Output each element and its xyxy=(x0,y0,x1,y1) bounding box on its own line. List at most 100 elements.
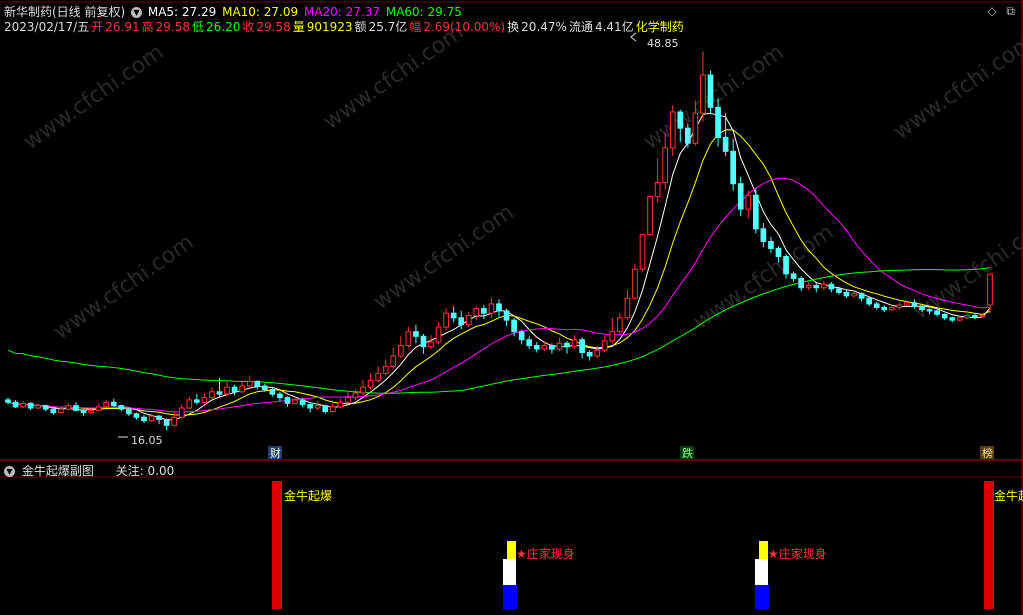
candle-body xyxy=(654,182,661,197)
event-tag-cai-label: 财 xyxy=(270,446,281,460)
candle-body xyxy=(692,112,699,144)
candle-body xyxy=(828,283,835,290)
candle-body xyxy=(677,111,684,129)
candle-body xyxy=(888,306,895,311)
candle-body xyxy=(435,326,442,343)
low-price-label: 16.05 xyxy=(131,434,163,447)
sector-name[interactable]: 化学制药 xyxy=(636,20,684,34)
float-label: 流通 xyxy=(568,20,593,34)
candle-body xyxy=(813,284,820,289)
marker-label-2: ★庄家现身 xyxy=(768,546,827,561)
low-value: 26.20 xyxy=(205,20,241,34)
marker-blue-1 xyxy=(503,585,517,609)
chart-frame xyxy=(0,0,1023,615)
window-controls: ◇ ⧉ xyxy=(987,4,1015,19)
candle-body xyxy=(254,380,261,387)
chevron-down-icon[interactable]: ▼ xyxy=(4,466,15,477)
candle-body xyxy=(88,409,94,414)
candle-body xyxy=(65,405,72,410)
change-value: 2.69(10.00%) xyxy=(423,20,506,34)
open-label: 开 xyxy=(91,20,104,34)
candle-body xyxy=(496,303,502,312)
candle-body xyxy=(337,401,344,408)
diamond-icon[interactable]: ◇ xyxy=(987,4,996,18)
candle-body xyxy=(239,385,246,393)
signal-bar-2 xyxy=(984,481,994,609)
close-value: 29.58 xyxy=(256,20,291,34)
candle-body xyxy=(949,317,956,321)
candle-body xyxy=(594,349,601,357)
candle-body xyxy=(881,306,888,311)
candle-body xyxy=(737,183,744,210)
ma10-value: MA10: 27.09 xyxy=(222,5,299,19)
candle-body xyxy=(564,342,570,348)
candle-body xyxy=(919,305,925,311)
watermark-layer: www.cfchi.com www.cfchi.com www.cfchi.com w… xyxy=(19,20,1023,345)
marker-yellow-2 xyxy=(759,541,768,559)
float-value: 4.41亿 xyxy=(594,20,634,34)
event-tag-die[interactable]: 跌 xyxy=(680,446,694,460)
ma20-value: MA20: 27.37 xyxy=(303,5,381,19)
chevron-down-icon[interactable]: ▼ xyxy=(131,7,143,18)
indicator-title[interactable]: 金牛起爆副图 xyxy=(22,464,94,478)
event-tag-cai[interactable]: 财 xyxy=(268,446,282,460)
candle-body xyxy=(390,355,397,367)
candle-body xyxy=(790,273,797,279)
candle-body xyxy=(443,312,449,328)
candle-body xyxy=(12,401,19,408)
candle-body xyxy=(624,297,631,319)
candle-body xyxy=(586,352,593,357)
candle-body xyxy=(352,392,359,399)
restore-icon[interactable]: ⧉ xyxy=(1006,4,1015,18)
candle-body xyxy=(836,288,842,293)
candle-body xyxy=(201,397,208,403)
event-tag-bang[interactable]: 榜 xyxy=(980,446,994,460)
stock-title[interactable]: 新华制药(日线 前复权) xyxy=(4,5,125,19)
candle-body xyxy=(103,401,110,408)
candle-body xyxy=(269,389,276,395)
candle-body xyxy=(873,303,880,308)
candle-body xyxy=(329,406,336,412)
candle-body xyxy=(617,317,623,333)
marker-white-2 xyxy=(755,559,768,585)
candle-body xyxy=(541,345,548,350)
high-label: 高 xyxy=(141,20,154,34)
candle-body xyxy=(360,386,366,394)
candle-body xyxy=(488,303,495,314)
candle-body xyxy=(647,195,653,236)
candle-body xyxy=(639,234,646,270)
candle-body xyxy=(518,331,525,341)
candle-body xyxy=(783,256,789,275)
candle-body xyxy=(775,247,782,258)
watermark-text: www.cfchi.com xyxy=(639,40,788,155)
quote-info: 2023/02/17/五开 26.91 高 29.58 低 26.20 收 29.58 量 901… xyxy=(4,18,686,35)
candle-body xyxy=(979,315,986,318)
candle-body xyxy=(458,317,465,326)
candle-body xyxy=(730,150,737,185)
candle-body xyxy=(178,407,185,418)
candle-body xyxy=(662,147,669,184)
marker-yellow-1 xyxy=(507,541,516,559)
candle-body xyxy=(972,315,978,318)
volume-label: 量 xyxy=(292,20,305,34)
candle-body xyxy=(261,385,268,390)
signal-bar-1 xyxy=(272,481,282,609)
watermark-text: www.cfchi.com xyxy=(49,230,198,345)
candle-body xyxy=(768,241,774,249)
candle-body xyxy=(843,291,850,297)
candle-body xyxy=(805,284,812,289)
candle-body xyxy=(609,331,616,342)
candle-body xyxy=(511,319,517,333)
candle-body xyxy=(526,339,533,347)
candle-body xyxy=(941,313,948,319)
candle-body xyxy=(934,310,940,315)
candle-body xyxy=(473,308,480,316)
candle-body xyxy=(382,365,389,374)
candle-body xyxy=(858,293,865,299)
candle-body xyxy=(964,315,971,319)
candle-body xyxy=(224,386,230,395)
candlestick-chart[interactable]: www.cfchi.com www.cfchi.com www.cfchi.com w… xyxy=(0,0,1023,615)
candle-body xyxy=(549,345,555,350)
watermark-text: www.cfchi.com xyxy=(19,40,168,155)
candle-body xyxy=(277,393,283,399)
